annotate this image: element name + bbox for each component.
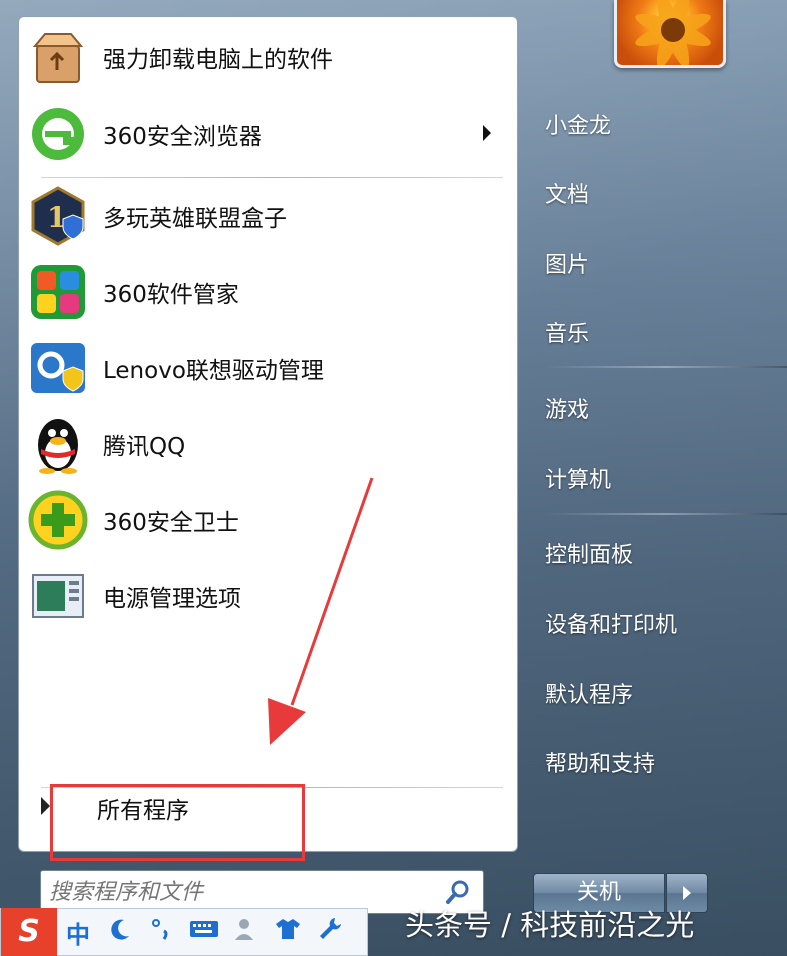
- separator: [41, 177, 503, 178]
- user-avatar[interactable]: [614, 0, 726, 68]
- ime-mode-toggle[interactable]: 中: [57, 915, 99, 950]
- programs-pane: 强力卸载电脑上的软件 360安全浏览器 1 多玩英雄联盟盒子 360软件管家 L…: [18, 16, 518, 852]
- driver-manager-icon: [27, 337, 89, 399]
- punctuation-icon[interactable]: [141, 917, 183, 947]
- program-item-lenovo-driver[interactable]: Lenovo联想驱动管理: [27, 333, 511, 403]
- link-documents[interactable]: 文档: [545, 177, 589, 209]
- power-options-icon: [27, 565, 89, 627]
- program-item-uninstaller[interactable]: 强力卸载电脑上的软件: [27, 22, 511, 92]
- uninstall-box-icon: [27, 26, 89, 88]
- program-item-lol-box[interactable]: 1 多玩英雄联盟盒子: [27, 181, 511, 251]
- program-label: 电源管理选项: [103, 586, 241, 612]
- browser-e-icon: [27, 103, 89, 165]
- program-item-software-manager[interactable]: 360软件管家: [27, 257, 511, 327]
- search-input[interactable]: [49, 875, 439, 909]
- program-label: 360安全卫士: [103, 510, 239, 536]
- watermark-text: 头条号 / 科技前沿之光: [405, 908, 695, 942]
- user-account-icon[interactable]: [225, 916, 267, 948]
- program-item-power-options[interactable]: 电源管理选项: [27, 561, 511, 631]
- program-label: 强力卸载电脑上的软件: [103, 47, 333, 73]
- separator: [545, 366, 787, 368]
- link-user-folder[interactable]: 小金龙: [545, 108, 611, 140]
- program-label: 多玩英雄联盟盒子: [103, 206, 287, 232]
- lol-box-icon: 1: [27, 185, 89, 247]
- program-label: 360软件管家: [103, 282, 239, 308]
- moon-icon[interactable]: [99, 917, 141, 947]
- program-item-360-guard[interactable]: 360安全卫士: [27, 485, 511, 555]
- link-pictures[interactable]: 图片: [545, 247, 589, 279]
- expand-arrow-icon: [41, 797, 50, 815]
- link-help-support[interactable]: 帮助和支持: [545, 746, 655, 778]
- program-label: 360安全浏览器: [103, 124, 262, 150]
- program-label: Lenovo联想驱动管理: [103, 358, 324, 384]
- wrench-icon[interactable]: [309, 916, 351, 948]
- software-manager-icon: [27, 261, 89, 323]
- keyboard-icon[interactable]: [183, 918, 225, 946]
- sogou-logo-icon[interactable]: S: [1, 908, 57, 956]
- skin-shirt-icon[interactable]: [267, 916, 309, 948]
- link-default-programs[interactable]: 默认程序: [545, 677, 633, 709]
- separator: [545, 513, 787, 515]
- program-item-360-browser[interactable]: 360安全浏览器: [27, 99, 511, 169]
- link-computer[interactable]: 计算机: [545, 462, 611, 494]
- link-control-panel[interactable]: 控制面板: [545, 537, 633, 569]
- annotation-highlight-box: [50, 784, 305, 861]
- link-games[interactable]: 游戏: [545, 392, 589, 424]
- security-guard-icon: [27, 489, 89, 551]
- ime-toolbar: S 中: [0, 908, 368, 956]
- submenu-arrow-icon[interactable]: [483, 125, 491, 141]
- qq-penguin-icon: [27, 413, 89, 475]
- link-music[interactable]: 音乐: [545, 316, 589, 348]
- link-devices-printers[interactable]: 设备和打印机: [545, 607, 677, 639]
- program-label: 腾讯QQ: [103, 434, 186, 460]
- program-item-qq[interactable]: 腾讯QQ: [27, 409, 511, 479]
